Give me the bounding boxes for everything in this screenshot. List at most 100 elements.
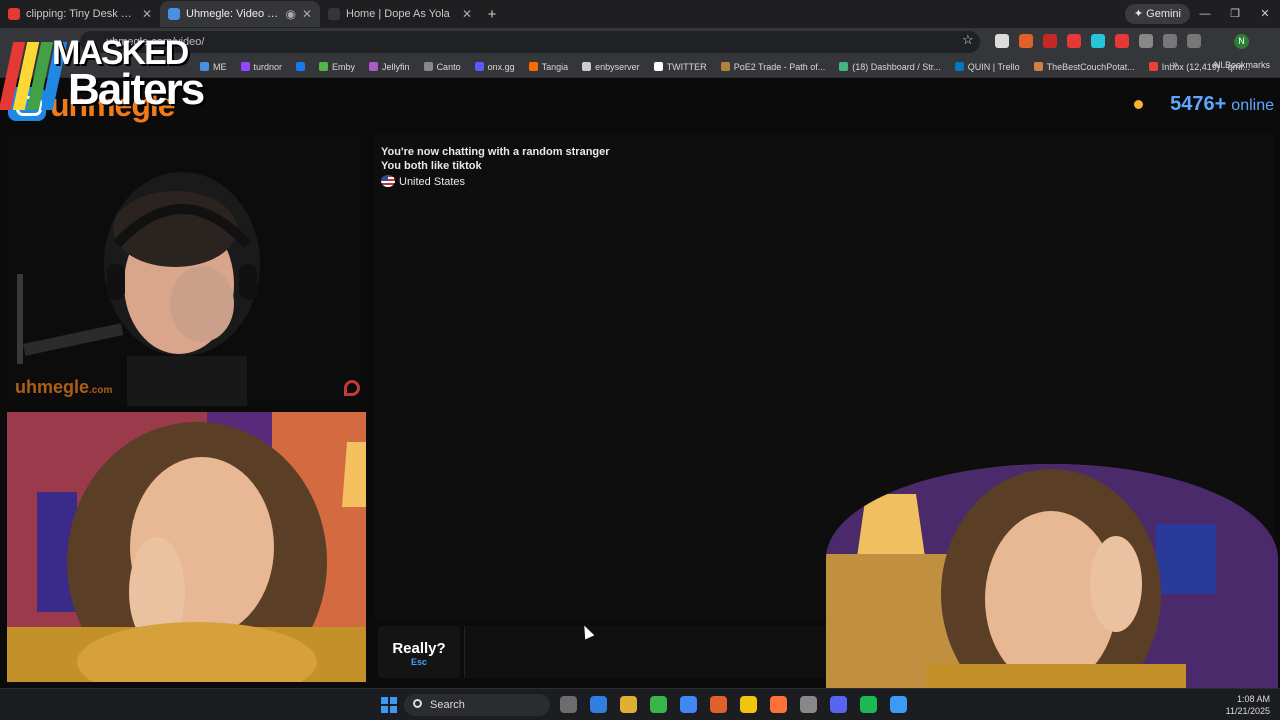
tab-label: Home | Dope As Yola (346, 8, 450, 20)
bookmark-item[interactable]: onx.gg (474, 61, 515, 72)
tab-tiny-desk[interactable]: clipping: Tiny Desk Concert - Y ✕ (0, 1, 160, 27)
self-video (7, 412, 366, 682)
online-label: online (1231, 97, 1274, 114)
bookmark-item[interactable]: TWITTER (653, 62, 707, 72)
gemini-button[interactable]: ✦ Gemini (1124, 4, 1190, 24)
status-dot-icon (1134, 100, 1144, 109)
edge-icon[interactable] (590, 696, 607, 713)
stop-button[interactable]: Really? Esc (378, 626, 460, 678)
bookmark-label: QUIN | Trello (967, 61, 1020, 72)
bookmark-item[interactable]: Canto (423, 62, 461, 72)
extension-icon[interactable] (1067, 34, 1081, 48)
bookmark-item[interactable]: TheBestCouchPotat... (1033, 61, 1135, 72)
app-icon[interactable] (710, 696, 727, 713)
chat-status-message: You're now chatting with a random strang… (381, 146, 610, 158)
logo-line-2: Baiters (68, 65, 205, 114)
window-controls: — ❐ ✕ (1190, 0, 1280, 28)
spotify-icon[interactable] (860, 696, 877, 713)
trello-icon (954, 62, 964, 71)
close-tab-icon[interactable]: ✕ (142, 7, 152, 21)
bookmark-label: Jellyfin (382, 61, 410, 72)
bookmark-icon (528, 62, 538, 71)
clock-date: 11/21/2025 (1225, 706, 1270, 716)
youtube-icon (8, 8, 20, 20)
chrome-icon[interactable] (680, 696, 697, 713)
us-flag-icon (381, 175, 395, 187)
uhmegle-watermark: uhmegle.com (15, 377, 113, 397)
bookmark-icon (423, 62, 433, 71)
bookmark-item[interactable]: Emby (319, 62, 355, 72)
tab-label: clipping: Tiny Desk Concert - Y (26, 8, 136, 20)
profile-avatar[interactable]: N (1234, 34, 1249, 49)
stranger-video-scene (7, 134, 366, 406)
taskbar-search[interactable]: Search (404, 694, 550, 716)
tab-dope-as-yola[interactable]: Home | Dope As Yola ✕ (320, 1, 480, 27)
extension-icon[interactable] (995, 34, 1009, 48)
extension-icons (995, 34, 1201, 48)
start-button[interactable] (381, 697, 397, 713)
bookmark-label: (18) Dashboard / Str... (852, 61, 941, 72)
minimize-icon[interactable]: — (1190, 0, 1220, 28)
maximize-icon[interactable]: ❐ (1220, 0, 1250, 28)
bookmarks-overflow-icon[interactable]: » (1172, 59, 1178, 71)
facebook-icon (296, 62, 306, 71)
extension-icon[interactable] (1091, 34, 1105, 48)
taskbar-apps (560, 696, 907, 713)
clock-time: 1:08 AM (1236, 694, 1270, 704)
bookmark-item[interactable]: (18) Dashboard / Str... (839, 62, 941, 72)
webcam-scene (826, 464, 1278, 702)
extension-icon[interactable] (1019, 34, 1033, 48)
bookmark-item[interactable]: Jellyfin (369, 62, 410, 72)
site-icon (328, 8, 340, 20)
close-tab-icon[interactable]: ✕ (302, 7, 312, 21)
bookmark-item[interactable]: Tangia (528, 61, 569, 72)
report-icon[interactable] (344, 380, 360, 396)
uhmegle-icon (168, 8, 180, 20)
bookmark-label: Tangia (541, 61, 569, 72)
discord-icon[interactable] (830, 696, 847, 713)
bookmark-star-icon[interactable]: ☆ (962, 32, 974, 48)
bookmark-icon (720, 62, 730, 71)
widgets-icon[interactable] (560, 696, 577, 713)
media-icon[interactable] (1163, 34, 1177, 48)
bookmark-item[interactable]: turdnor (240, 62, 282, 72)
bookmark-item[interactable] (296, 62, 306, 71)
firefox-icon[interactable] (770, 696, 787, 713)
close-tab-icon[interactable]: ✕ (462, 7, 472, 21)
taskbar-clock[interactable]: 1:08 AM 11/21/2025 (1226, 693, 1270, 717)
extension-icon[interactable] (1043, 34, 1057, 48)
bookmark-icon (839, 62, 849, 71)
bookmark-item[interactable]: PoE2 Trade - Path of... (720, 61, 826, 72)
stranger-video: uhmegle.com (7, 134, 366, 406)
app-icon[interactable] (800, 696, 817, 713)
chat-common-interest: You both like tiktok (381, 160, 482, 172)
sticky-notes-icon[interactable] (740, 696, 757, 713)
search-label: Search (430, 699, 465, 711)
search-icon (413, 699, 422, 708)
tab-search-icon[interactable] (1187, 34, 1201, 48)
browser-tab-strip: clipping: Tiny Desk Concert - Y ✕ Uhmegl… (0, 0, 1280, 28)
bookmark-label: onx.gg (487, 61, 515, 72)
tab-label: Uhmegle: Video Chat | Rand (186, 8, 279, 20)
all-bookmarks-button[interactable]: All Bookmarks (1212, 60, 1270, 70)
puzzle-icon[interactable] (1139, 34, 1153, 48)
streamer-webcam-overlay (826, 464, 1278, 702)
extension-icon[interactable] (1115, 34, 1129, 48)
close-window-icon[interactable]: ✕ (1250, 0, 1280, 28)
file-explorer-icon[interactable] (620, 696, 637, 713)
online-counter: 5476+ online (1134, 93, 1274, 116)
bookmark-item[interactable]: QUIN | Trello (954, 61, 1020, 72)
bookmark-label: Emby (332, 61, 356, 72)
bookmark-label: PoE2 Trade - Path of... (733, 61, 826, 72)
self-video-scene (7, 412, 366, 682)
media-app-icon[interactable] (650, 696, 667, 713)
stop-button-shortcut: Esc (410, 657, 427, 667)
online-count: 5476+ (1170, 93, 1227, 115)
steam-icon[interactable] (890, 696, 907, 713)
gmail-icon (1148, 62, 1158, 71)
chat-message-input[interactable] (464, 626, 834, 678)
bookmark-item[interactable]: enbyserver (582, 62, 640, 72)
bookmark-label: TheBestCouchPotat... (1046, 61, 1135, 72)
new-tab-button[interactable]: + (480, 6, 504, 23)
tab-uhmegle[interactable]: Uhmegle: Video Chat | Rand ◉ ✕ (160, 1, 320, 27)
